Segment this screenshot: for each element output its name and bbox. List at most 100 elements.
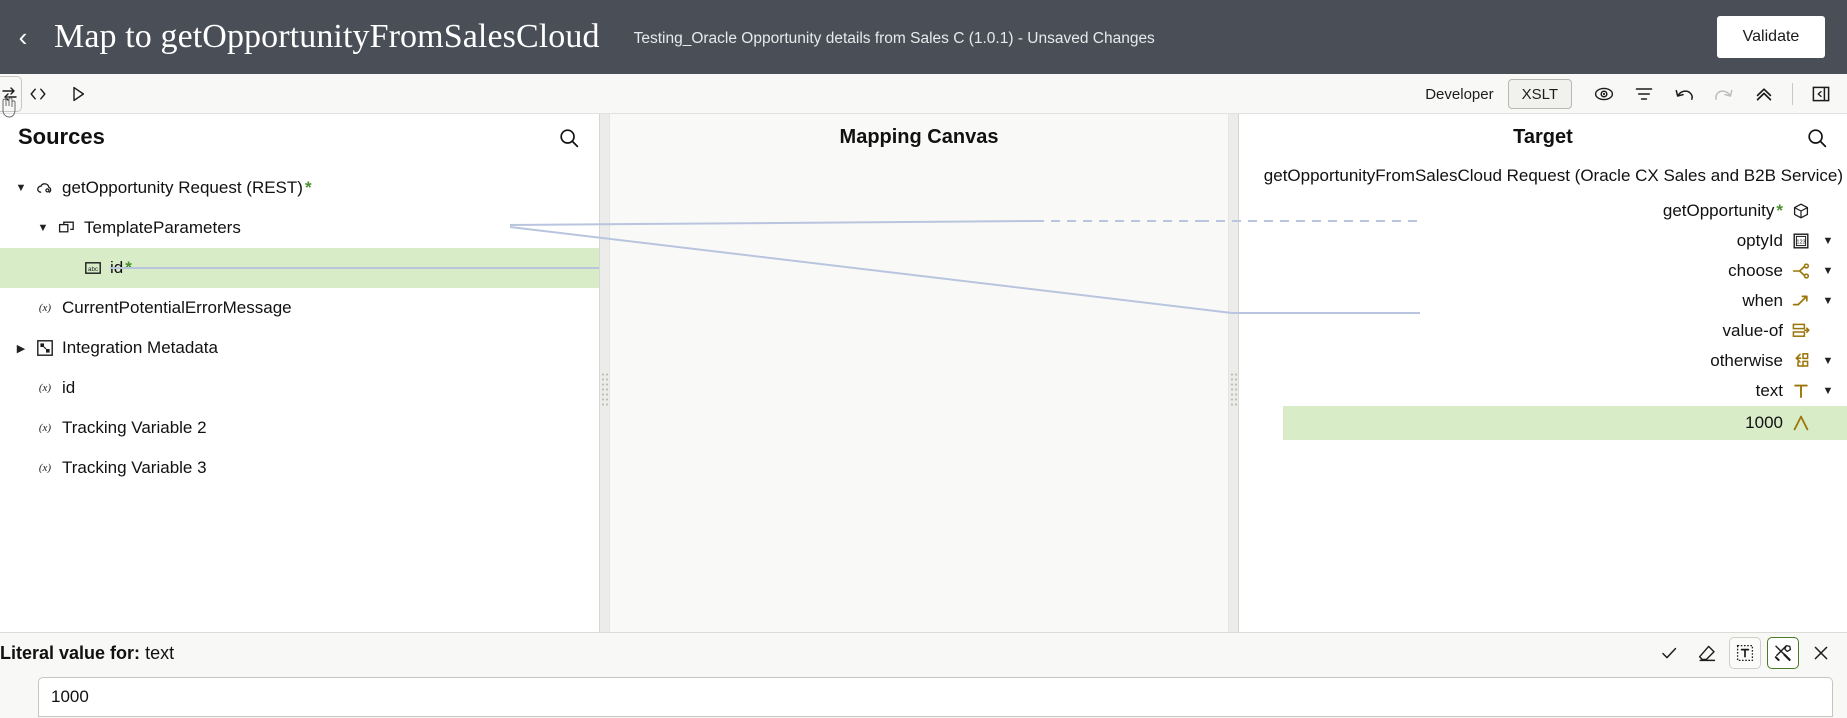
target-node-label: choose: [1728, 261, 1783, 280]
target-tree-row[interactable]: value-of▼: [1239, 316, 1847, 346]
filter-icon[interactable]: [1624, 75, 1664, 113]
target-tree-row[interactable]: optyId 123 ▼: [1239, 226, 1847, 256]
chevron-right-icon[interactable]: ▶: [10, 342, 32, 355]
target-node-label: otherwise: [1710, 351, 1783, 370]
node-icon: [1791, 201, 1811, 221]
play-icon[interactable]: [58, 75, 98, 113]
target-tree-row[interactable]: text ▼: [1239, 376, 1847, 406]
otherwise-icon: [1791, 351, 1811, 371]
svg-text:(x): (x): [39, 422, 52, 434]
swap-arrows-icon[interactable]: [0, 76, 22, 112]
source-tree-row[interactable]: ▶abcid*: [0, 248, 599, 288]
source-tree-row[interactable]: ▶(x)CurrentPotentialErrorMessage: [0, 288, 599, 328]
chevron-down-icon[interactable]: ▼: [1817, 295, 1839, 307]
number-icon: 123: [1791, 231, 1811, 251]
developer-label[interactable]: Developer: [1425, 86, 1493, 103]
chevron-down-icon[interactable]: ▼: [32, 222, 54, 234]
source-tree-row[interactable]: ▶(x)Tracking Variable 2: [0, 408, 599, 448]
literal-panel-header: Literal value for: text: [0, 633, 1847, 673]
sources-title: Sources: [18, 124, 105, 149]
variable-icon: (x): [32, 378, 58, 398]
target-tree-row[interactable]: 1000▼: [1283, 406, 1847, 440]
target-panel: Target getOpportunityFromSalesCloud Requ…: [1238, 114, 1847, 632]
target-tree-row[interactable]: choose ▼: [1239, 256, 1847, 286]
chevron-down-icon[interactable]: ▼: [1817, 355, 1839, 367]
redo-icon: [1704, 75, 1744, 113]
header-subtitle: Testing_Oracle Opportunity details from …: [633, 30, 1155, 47]
mapping-canvas-panel[interactable]: Mapping Canvas: [609, 114, 1229, 632]
chevron-down-icon[interactable]: ▼: [1817, 385, 1839, 397]
connector-stub: [110, 267, 599, 269]
source-node-label: Tracking Variable 2: [62, 418, 207, 437]
literal-label-prefix: Literal value for:: [0, 642, 141, 663]
target-search-icon[interactable]: [1803, 124, 1831, 152]
literal-value-panel: Literal value for: text: [0, 632, 1847, 718]
target-header: Target: [1239, 114, 1847, 160]
close-icon[interactable]: [1805, 637, 1837, 669]
sources-panel: Sources ▼ getOpportunity Request (REST) * ▼…: [0, 114, 600, 632]
eye-icon[interactable]: [1584, 75, 1624, 113]
xslt-button[interactable]: XSLT: [1507, 79, 1572, 109]
eraser-icon[interactable]: [1691, 637, 1723, 669]
mapper-window: ‹ Map to getOpportunityFromSalesCloud Te…: [0, 0, 1847, 718]
source-tree-row[interactable]: ▶(x)Tracking Variable 3: [0, 448, 599, 488]
target-tree-row[interactable]: otherwise ▼: [1239, 346, 1847, 376]
svg-text:(x): (x): [39, 302, 52, 314]
tools-icon[interactable]: [1767, 637, 1799, 669]
source-tree-row[interactable]: ▶(x)id: [0, 368, 599, 408]
svg-text:123: 123: [1796, 239, 1805, 245]
sources-search-icon[interactable]: [555, 124, 583, 152]
literal-label-target: text: [145, 642, 175, 663]
panel-collapse-icon[interactable]: [1801, 75, 1841, 113]
variable-icon: (x): [32, 298, 58, 318]
chevron-down-icon[interactable]: ▼: [1817, 235, 1839, 247]
canvas-target-splitter[interactable]: [1229, 114, 1238, 632]
target-tree-row[interactable]: getOpportunity*▼: [1239, 196, 1847, 226]
validate-button[interactable]: Validate: [1717, 16, 1825, 58]
text-t-icon: [1791, 381, 1811, 401]
canvas-title: Mapping Canvas: [839, 125, 999, 148]
canvas-header: Mapping Canvas: [610, 114, 1228, 160]
source-node-label: CurrentPotentialErrorMessage: [62, 298, 292, 317]
choose-icon: [1791, 261, 1811, 281]
target-tree: getOpportunity*▼ optyId 123 ▼ choose ▼ when ▼ va…: [1239, 194, 1847, 440]
code-brackets-icon[interactable]: [18, 75, 58, 113]
back-chevron-icon[interactable]: ‹: [0, 0, 46, 74]
chevron-down-icon[interactable]: ▼: [1817, 265, 1839, 277]
chevron-down-icon[interactable]: ▼: [10, 182, 32, 194]
source-tree-row[interactable]: ▼ TemplateParameters: [0, 208, 599, 248]
sources-canvas-splitter[interactable]: [600, 114, 609, 632]
sources-header: Sources: [0, 114, 599, 160]
splitter-grip[interactable]: [1230, 372, 1237, 408]
svg-text:abc: abc: [88, 266, 98, 273]
variable-icon: (x): [32, 458, 58, 478]
chevron-double-up-icon[interactable]: [1744, 75, 1784, 113]
toolbar-divider: [1792, 83, 1793, 105]
required-asterisk: *: [1776, 201, 1783, 220]
target-node-label: value-of: [1722, 321, 1783, 340]
source-tree-row[interactable]: ▼ getOpportunity Request (REST) *: [0, 168, 599, 208]
literal-value-input[interactable]: [38, 677, 1833, 717]
source-node-label: id: [62, 378, 76, 397]
source-node-label: getOpportunity Request (REST): [62, 178, 303, 197]
splitter-grip[interactable]: [601, 372, 608, 408]
literal-panel-actions: [1653, 637, 1837, 669]
target-tree-row[interactable]: when ▼: [1239, 286, 1847, 316]
text-box-icon[interactable]: [1729, 637, 1761, 669]
struct-icon: [54, 218, 80, 238]
when-icon: [1791, 291, 1811, 311]
target-node-label: when: [1742, 291, 1783, 310]
source-tree-row[interactable]: ▶ Integration Metadata: [0, 328, 599, 368]
svg-text:(x): (x): [39, 462, 52, 474]
target-node-label: optyId: [1736, 231, 1783, 250]
cloud-icon: [32, 178, 58, 198]
svg-text:(x): (x): [39, 382, 52, 394]
literal-a-icon: [1791, 413, 1811, 433]
variable-icon: (x): [32, 418, 58, 438]
undo-icon[interactable]: [1664, 75, 1704, 113]
check-icon[interactable]: [1653, 637, 1685, 669]
target-node-label: 1000: [1745, 413, 1783, 432]
abc-icon: abc: [80, 258, 106, 278]
app-header: ‹ Map to getOpportunityFromSalesCloud Te…: [0, 0, 1847, 74]
page-title: Map to getOpportunityFromSalesCloud: [54, 18, 600, 55]
